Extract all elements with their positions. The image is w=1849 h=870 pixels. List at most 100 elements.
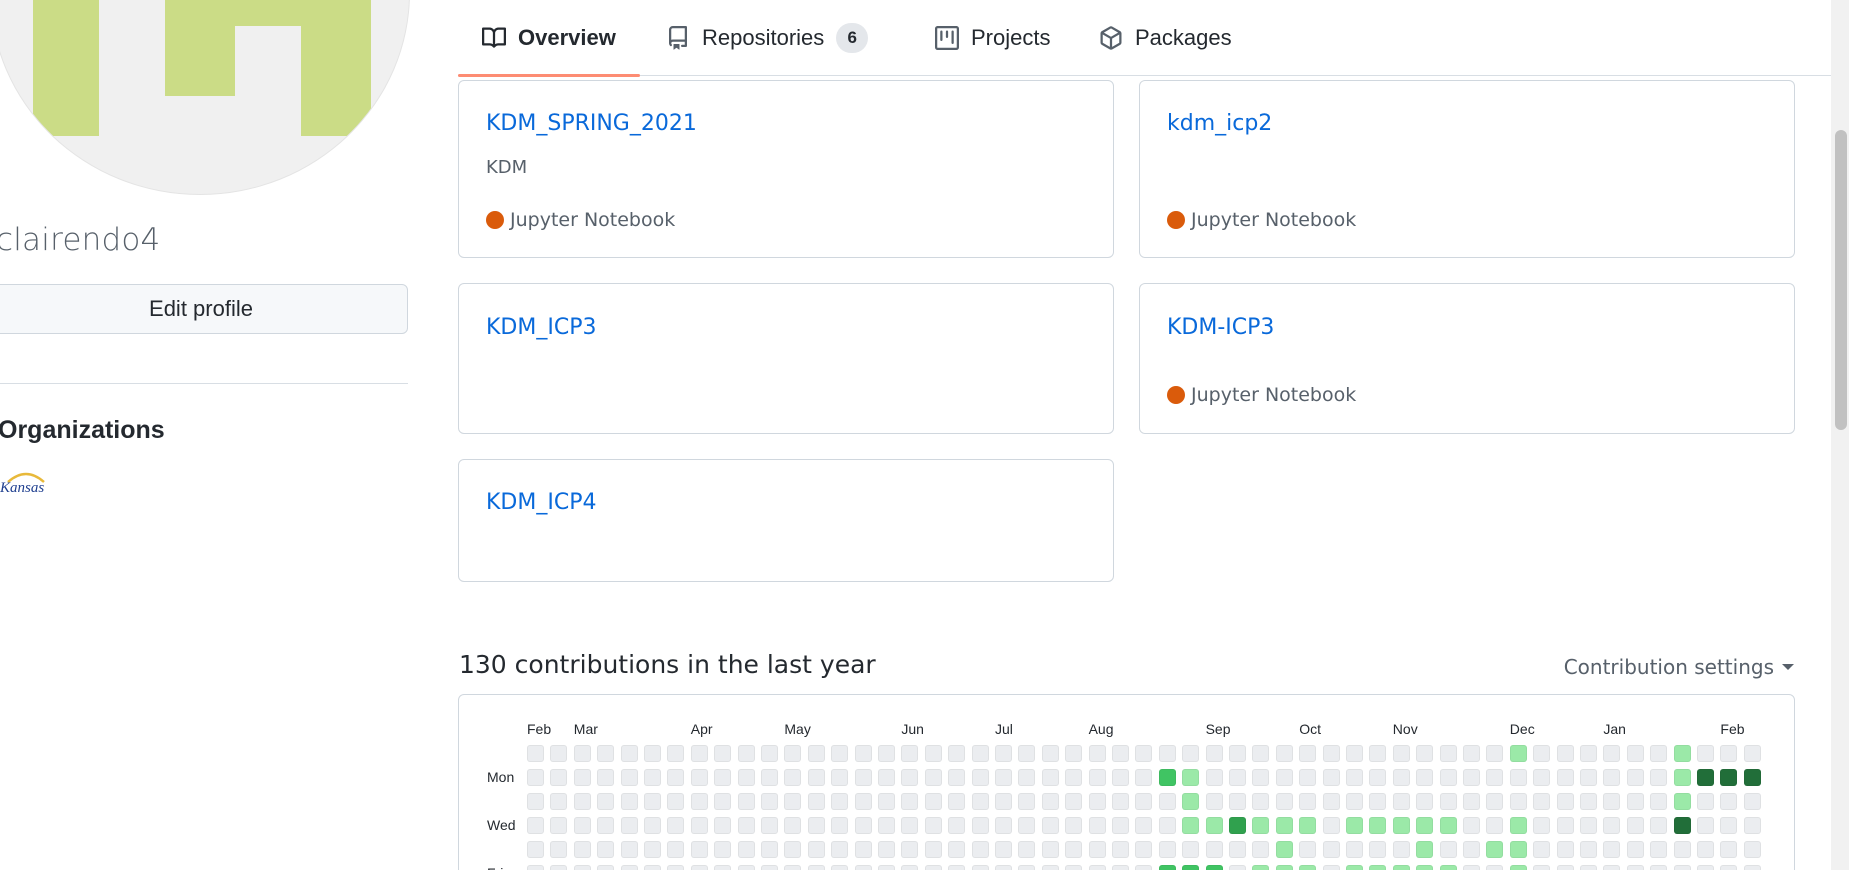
contribution-day-cell[interactable] [1580,745,1597,762]
contribution-day-cell[interactable] [761,841,778,858]
contribution-day-cell[interactable] [1463,865,1480,870]
contribution-day-cell[interactable] [527,793,544,810]
contribution-day-cell[interactable] [995,841,1012,858]
contribution-day-cell[interactable] [948,817,966,834]
contribution-day-cell[interactable] [1626,745,1644,762]
contribution-day-cell[interactable] [1416,769,1434,786]
contribution-day-cell[interactable] [1158,841,1176,858]
contribution-day-cell[interactable] [1603,769,1621,786]
contribution-day-cell[interactable] [784,793,802,810]
contribution-day-cell[interactable] [573,841,591,858]
contribution-day-cell[interactable] [948,745,966,762]
contribution-day-cell[interactable] [1229,745,1246,762]
contribution-day-cell[interactable] [784,817,802,834]
avatar[interactable] [0,0,410,195]
contribution-day-cell[interactable] [878,769,895,786]
contribution-day-cell[interactable] [1603,865,1621,870]
contribution-day-cell[interactable] [1392,745,1410,762]
contribution-day-cell[interactable] [854,817,872,834]
contribution-day-cell[interactable] [573,817,591,834]
contribution-day-cell[interactable] [1416,745,1434,762]
contribution-day-cell[interactable] [1346,817,1363,834]
tab-repositories[interactable]: Repositories 6 [642,0,892,76]
contribution-day-cell[interactable] [667,841,685,858]
contribution-day-cell[interactable] [1252,865,1270,870]
contribution-day-cell[interactable] [1533,793,1551,810]
contribution-day-cell[interactable] [1626,817,1644,834]
contribution-day-cell[interactable] [620,817,638,834]
contribution-day-cell[interactable] [1041,865,1059,870]
contribution-day-cell[interactable] [690,769,708,786]
contribution-day-cell[interactable] [1392,841,1410,858]
contribution-day-cell[interactable] [714,769,732,786]
contribution-day-cell[interactable] [1626,793,1644,810]
contribution-day-cell[interactable] [1158,745,1176,762]
contribution-day-cell[interactable] [854,793,872,810]
contribution-day-cell[interactable] [1229,817,1246,834]
contribution-day-cell[interactable] [667,745,685,762]
contribution-day-cell[interactable] [901,817,919,834]
contribution-day-cell[interactable] [971,745,989,762]
contribution-day-cell[interactable] [1018,841,1036,858]
contribution-day-cell[interactable] [1346,769,1363,786]
contribution-day-cell[interactable] [550,817,568,834]
contribution-day-cell[interactable] [1650,793,1668,810]
contribution-day-cell[interactable] [1158,817,1176,834]
contribution-day-cell[interactable] [1463,769,1480,786]
contribution-day-cell[interactable] [1322,793,1340,810]
contribution-day-cell[interactable] [1088,769,1106,786]
contribution-day-cell[interactable] [1065,865,1083,870]
contribution-day-cell[interactable] [1626,841,1644,858]
contribution-day-cell[interactable] [1065,769,1083,786]
contribution-day-cell[interactable] [644,817,661,834]
contribution-day-cell[interactable] [1416,793,1434,810]
contribution-day-cell[interactable] [1720,865,1738,870]
contribution-day-cell[interactable] [714,865,732,870]
contribution-day-cell[interactable] [644,865,661,870]
contribution-day-cell[interactable] [971,769,989,786]
contribution-day-cell[interactable] [1720,817,1738,834]
contribution-day-cell[interactable] [854,865,872,870]
contribution-day-cell[interactable] [1252,793,1270,810]
contribution-day-cell[interactable] [1743,769,1761,786]
contribution-day-cell[interactable] [1603,745,1621,762]
contribution-day-cell[interactable] [550,865,568,870]
contribution-day-cell[interactable] [1252,841,1270,858]
contribution-day-cell[interactable] [1697,745,1714,762]
contribution-day-cell[interactable] [1392,793,1410,810]
contribution-day-cell[interactable] [573,793,591,810]
scrollbar-thumb[interactable] [1835,130,1847,430]
contribution-day-cell[interactable] [1322,817,1340,834]
contribution-day-cell[interactable] [690,817,708,834]
contribution-day-cell[interactable] [1182,769,1200,786]
contribution-day-cell[interactable] [1673,745,1691,762]
contribution-day-cell[interactable] [1299,865,1317,870]
contribution-day-cell[interactable] [667,793,685,810]
contribution-day-cell[interactable] [1463,817,1480,834]
contribution-day-cell[interactable] [714,841,732,858]
contribution-day-cell[interactable] [784,865,802,870]
contribution-day-cell[interactable] [901,769,919,786]
contribution-day-cell[interactable] [1041,793,1059,810]
contribution-day-cell[interactable] [1182,793,1200,810]
contribution-day-cell[interactable] [1322,769,1340,786]
repo-link[interactable]: KDM_SPRING_2021 [486,111,697,136]
contribution-day-cell[interactable] [807,745,825,762]
contribution-day-cell[interactable] [737,769,755,786]
contribution-day-cell[interactable] [573,865,591,870]
contribution-day-cell[interactable] [1673,769,1691,786]
contribution-day-cell[interactable] [831,865,849,870]
contribution-day-cell[interactable] [620,745,638,762]
contribution-day-cell[interactable] [1135,793,1153,810]
contribution-day-cell[interactable] [1018,865,1036,870]
contribution-day-cell[interactable] [995,865,1012,870]
contribution-day-cell[interactable] [1509,817,1527,834]
contribution-day-cell[interactable] [1650,769,1668,786]
contribution-day-cell[interactable] [1041,769,1059,786]
contribution-day-cell[interactable] [1626,865,1644,870]
contribution-day-cell[interactable] [1580,841,1597,858]
contribution-day-cell[interactable] [527,865,544,870]
contribution-day-cell[interactable] [1369,865,1387,870]
contribution-day-cell[interactable] [854,841,872,858]
contribution-day-cell[interactable] [667,817,685,834]
